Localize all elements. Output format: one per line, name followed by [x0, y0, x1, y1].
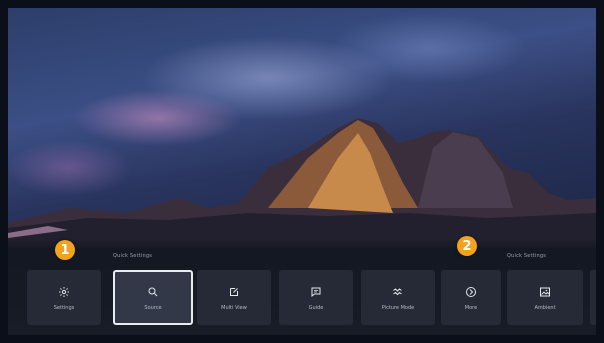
tile-label: Settings	[53, 304, 75, 311]
group-label: Quick Settings	[507, 253, 547, 259]
tile-label: Multi View	[221, 304, 247, 311]
waves-icon	[391, 285, 405, 299]
tile-partial[interactable]	[590, 270, 596, 325]
gear-icon	[57, 285, 71, 299]
mountain-landscape	[8, 118, 596, 248]
tile-label: Picture Mode	[381, 304, 415, 311]
chevron-right-circle-icon	[464, 285, 478, 299]
tile-guide[interactable]: Guide	[279, 270, 353, 325]
tile-label: More	[464, 304, 478, 311]
tile-label: Ambient	[534, 304, 556, 311]
edit-icon	[227, 285, 241, 299]
callout-badge-2: 2	[457, 236, 477, 256]
tile-label: Guide	[308, 304, 324, 311]
group-label: Quick Settings	[113, 253, 153, 259]
tile-more[interactable]: More	[441, 270, 501, 325]
chat-icon	[309, 285, 323, 299]
tile-picture-mode[interactable]: Picture Mode	[361, 270, 435, 325]
tile-settings[interactable]: Settings	[27, 270, 101, 325]
image-icon	[538, 285, 552, 299]
tile-source[interactable]: Source	[113, 270, 193, 325]
tile-multi-view[interactable]: Multi View	[197, 270, 271, 325]
callout-badge-1: 1	[55, 240, 75, 260]
tile-ambient[interactable]: Ambient	[507, 270, 583, 325]
tile-label: Source	[144, 304, 162, 311]
search-icon	[146, 285, 160, 299]
